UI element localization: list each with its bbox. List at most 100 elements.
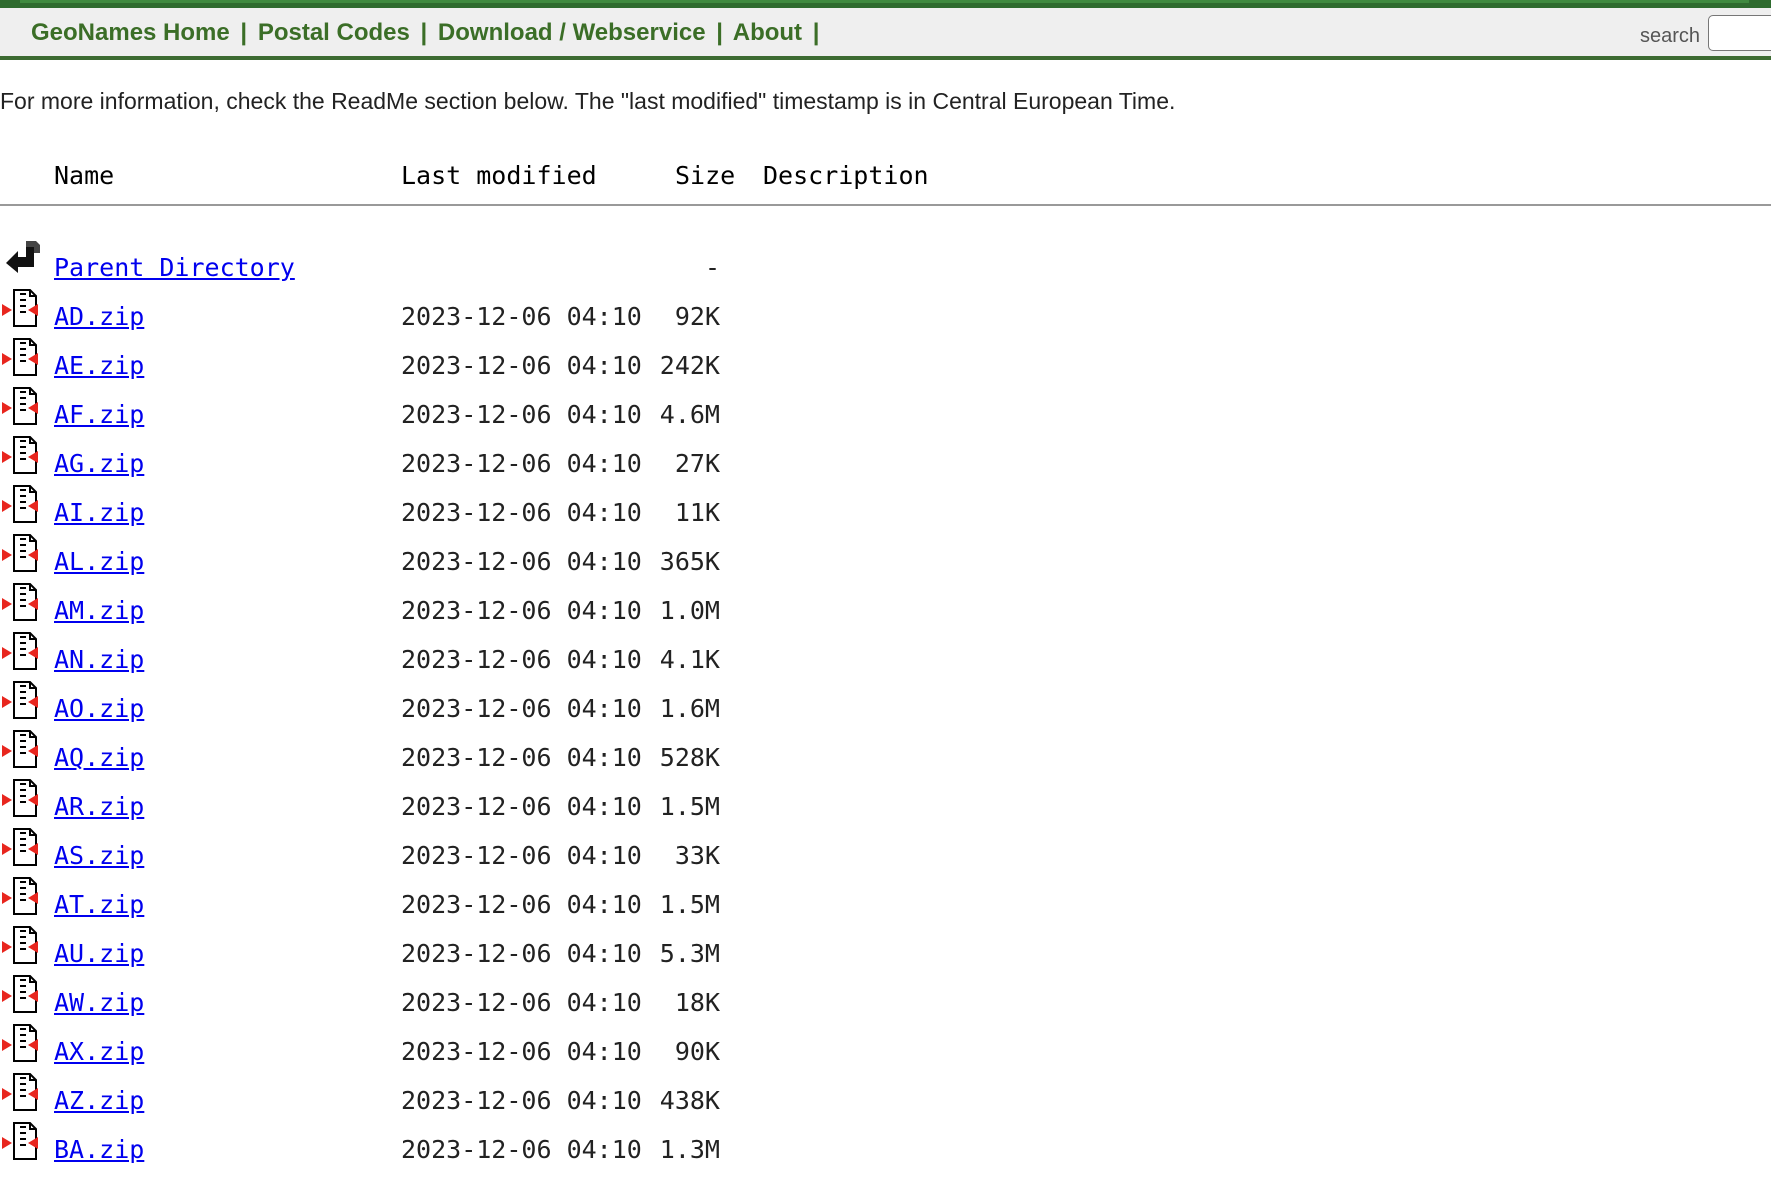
file-link[interactable]: AL.zip (54, 547, 144, 576)
compressed-file-icon (2, 779, 38, 817)
compressed-file-icon (2, 828, 38, 866)
nav-separator: | (420, 19, 428, 46)
compressed-file-icon (2, 387, 38, 425)
last-modified-cell: 2023-12-06 04:10 (401, 1086, 642, 1115)
file-link[interactable]: AF.zip (54, 400, 144, 429)
file-size: 5.3M (659, 939, 720, 968)
file-link[interactable]: AI.zip (54, 498, 144, 527)
last-modified-cell: 2023-12-06 04:10 (401, 890, 642, 919)
file-size: 438K (659, 1086, 720, 1115)
last-modified-cell: 2023-12-06 04:10 (401, 939, 642, 968)
last-modified-cell: 2023-12-06 04:10 (401, 792, 642, 821)
last-modified-cell: 2023-12-06 04:10 (401, 1135, 642, 1164)
file-link[interactable]: AS.zip (54, 841, 144, 870)
nav-separator: | (716, 19, 723, 46)
nav-separator: | (812, 19, 820, 46)
file-size: 33K (674, 841, 720, 870)
file-link[interactable]: AQ.zip (54, 743, 144, 772)
compressed-file-icon (2, 1122, 38, 1160)
file-link[interactable]: AO.zip (54, 694, 144, 723)
last-modified-cell: 2023-12-06 04:10 (401, 498, 642, 527)
table-row: AD.zip 2023-12-06 04:10 92K (0, 289, 1771, 340)
nav-link-download-webservice[interactable]: Download / Webservice (438, 19, 706, 46)
parent-directory-row: Parent Directory - (0, 241, 1771, 291)
file-size: 1.3M (659, 1135, 720, 1164)
compressed-file-icon (2, 681, 38, 719)
file-link[interactable]: BA.zip (54, 1135, 144, 1164)
file-size: 18K (674, 988, 720, 1017)
file-size: - (704, 253, 720, 282)
last-modified-cell: 2023-12-06 04:10 (401, 596, 642, 625)
file-size: 1.5M (659, 792, 720, 821)
file-link[interactable]: AT.zip (54, 890, 144, 919)
file-size: 1.6M (659, 694, 720, 723)
table-row: AN.zip 2023-12-06 04:10 4.1K (0, 632, 1771, 683)
file-link[interactable]: AN.zip (54, 645, 144, 674)
column-header-last-modified[interactable]: Last modified (401, 161, 597, 190)
compressed-file-icon (2, 289, 38, 327)
table-row: AF.zip 2023-12-06 04:10 4.6M (0, 387, 1771, 438)
file-link[interactable]: AR.zip (54, 792, 144, 821)
table-row: AX.zip 2023-12-06 04:10 90K (0, 1024, 1771, 1075)
file-size: 4.6M (659, 400, 720, 429)
file-size: 1.0M (659, 596, 720, 625)
file-link[interactable]: AG.zip (54, 449, 144, 478)
parent-directory-link[interactable]: Parent Directory (54, 253, 295, 282)
last-modified-cell: 2023-12-06 04:10 (401, 645, 642, 674)
file-link[interactable]: AE.zip (54, 351, 144, 380)
table-row: BA.zip 2023-12-06 04:10 1.3M (0, 1122, 1771, 1173)
column-header-name[interactable]: Name (54, 161, 114, 190)
last-modified-cell: 2023-12-06 04:10 (401, 988, 642, 1017)
file-size: 90K (674, 1037, 720, 1066)
last-modified-cell: 2023-12-06 04:10 (401, 694, 642, 723)
file-size: 27K (674, 449, 720, 478)
last-modified-cell: 2023-12-06 04:10 (401, 400, 642, 429)
column-header-description[interactable]: Description (763, 161, 929, 190)
table-row: AL.zip 2023-12-06 04:10 365K (0, 534, 1771, 585)
compressed-file-icon (2, 1024, 38, 1062)
file-size: 1.5M (659, 890, 720, 919)
last-modified-cell: 2023-12-06 04:10 (401, 1037, 642, 1066)
last-modified-cell: 2023-12-06 04:10 (401, 302, 642, 331)
table-row: AU.zip 2023-12-06 04:10 5.3M (0, 926, 1771, 977)
nav-link-about[interactable]: About (733, 19, 802, 46)
nav-links: GeoNames Home | Postal Codes | Download … (31, 19, 823, 47)
column-header-size[interactable]: Size (675, 161, 735, 190)
table-row: AE.zip 2023-12-06 04:10 242K (0, 338, 1771, 389)
compressed-file-icon (2, 877, 38, 915)
table-row: AT.zip 2023-12-06 04:10 1.5M (0, 877, 1771, 928)
table-row: AQ.zip 2023-12-06 04:10 528K (0, 730, 1771, 781)
file-size: 4.1K (659, 645, 720, 674)
table-row: AG.zip 2023-12-06 04:10 27K (0, 436, 1771, 487)
nav-link-geonames-home[interactable]: GeoNames Home (31, 19, 230, 46)
compressed-file-icon (2, 338, 38, 376)
compressed-file-icon (2, 583, 38, 621)
last-modified-cell: 2023-12-06 04:10 (401, 351, 642, 380)
table-row: AW.zip 2023-12-06 04:10 18K (0, 975, 1771, 1026)
last-modified-cell: 2023-12-06 04:10 (401, 449, 642, 478)
file-link[interactable]: AM.zip (54, 596, 144, 625)
last-modified-cell: 2023-12-06 04:10 (401, 841, 642, 870)
table-row: AZ.zip 2023-12-06 04:10 438K (0, 1073, 1771, 1124)
compressed-file-icon (2, 534, 38, 572)
file-size: 92K (674, 302, 720, 331)
file-link[interactable]: AX.zip (54, 1037, 144, 1066)
compressed-file-icon (2, 926, 38, 964)
file-link[interactable]: AW.zip (54, 988, 144, 1017)
compressed-file-icon (2, 632, 38, 670)
nav-link-postal-codes[interactable]: Postal Codes (258, 19, 410, 46)
table-row: AS.zip 2023-12-06 04:10 33K (0, 828, 1771, 879)
file-link[interactable]: AZ.zip (54, 1086, 144, 1115)
back-arrow-icon (6, 241, 40, 273)
file-size: 242K (659, 351, 720, 380)
table-row: AI.zip 2023-12-06 04:10 11K (0, 485, 1771, 536)
compressed-file-icon (2, 485, 38, 523)
file-link[interactable]: AU.zip (54, 939, 144, 968)
compressed-file-icon (2, 436, 38, 474)
compressed-file-icon (2, 975, 38, 1013)
file-link[interactable]: AD.zip (54, 302, 144, 331)
search-input[interactable] (1708, 15, 1771, 51)
last-modified-cell: 2023-12-06 04:10 (401, 547, 642, 576)
header-divider (0, 204, 1771, 206)
table-row: AM.zip 2023-12-06 04:10 1.0M (0, 583, 1771, 634)
